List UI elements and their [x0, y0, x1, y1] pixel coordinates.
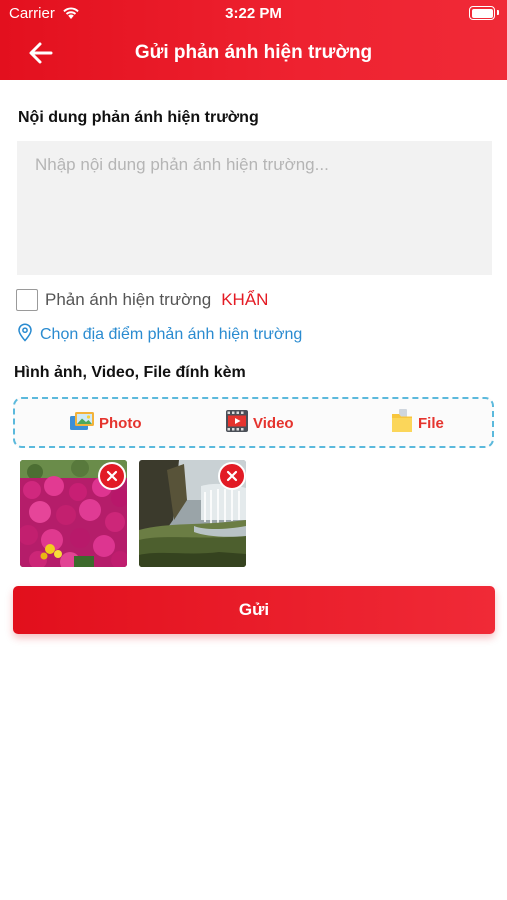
choose-location-link[interactable]: Chọn địa điểm phản ánh hiện trường [17, 323, 303, 347]
attachment-options: Photo Video File [13, 397, 494, 448]
urgent-checkbox[interactable] [16, 289, 38, 311]
urgent-keyword: KHẨN [221, 290, 269, 309]
video-button[interactable]: Video [225, 409, 294, 437]
status-bar: Carrier 3:22 PM [0, 0, 507, 28]
folder-icon [390, 408, 414, 439]
location-pin-icon [17, 323, 33, 347]
urgent-row: Phản ánh hiện trường KHẨN [16, 288, 268, 312]
remove-attachment-button[interactable] [218, 462, 246, 490]
content-input[interactable] [17, 141, 492, 275]
file-label: File [418, 414, 444, 432]
file-button[interactable]: File [390, 408, 444, 439]
clock: 3:22 PM [225, 5, 282, 22]
video-icon [225, 409, 249, 438]
app-header: Carrier 3:22 PM Gửi phản ánh hiện trường [0, 0, 507, 80]
video-label: Video [253, 414, 294, 432]
photo-icon [69, 410, 95, 437]
submit-button[interactable]: Gửi [13, 586, 495, 634]
urgent-label: Phản ánh hiện trường [45, 290, 212, 309]
remove-attachment-button[interactable] [98, 462, 126, 490]
content-label: Nội dung phản ánh hiện trường [18, 109, 259, 126]
location-label: Chọn địa điểm phản ánh hiện trường [40, 326, 303, 343]
battery-icon [469, 6, 499, 20]
photo-button[interactable]: Photo [69, 409, 142, 437]
page-title: Gửi phản ánh hiện trường [134, 42, 373, 63]
photo-label: Photo [99, 414, 142, 432]
attachments-label: Hình ảnh, Video, File đính kèm [14, 364, 246, 381]
